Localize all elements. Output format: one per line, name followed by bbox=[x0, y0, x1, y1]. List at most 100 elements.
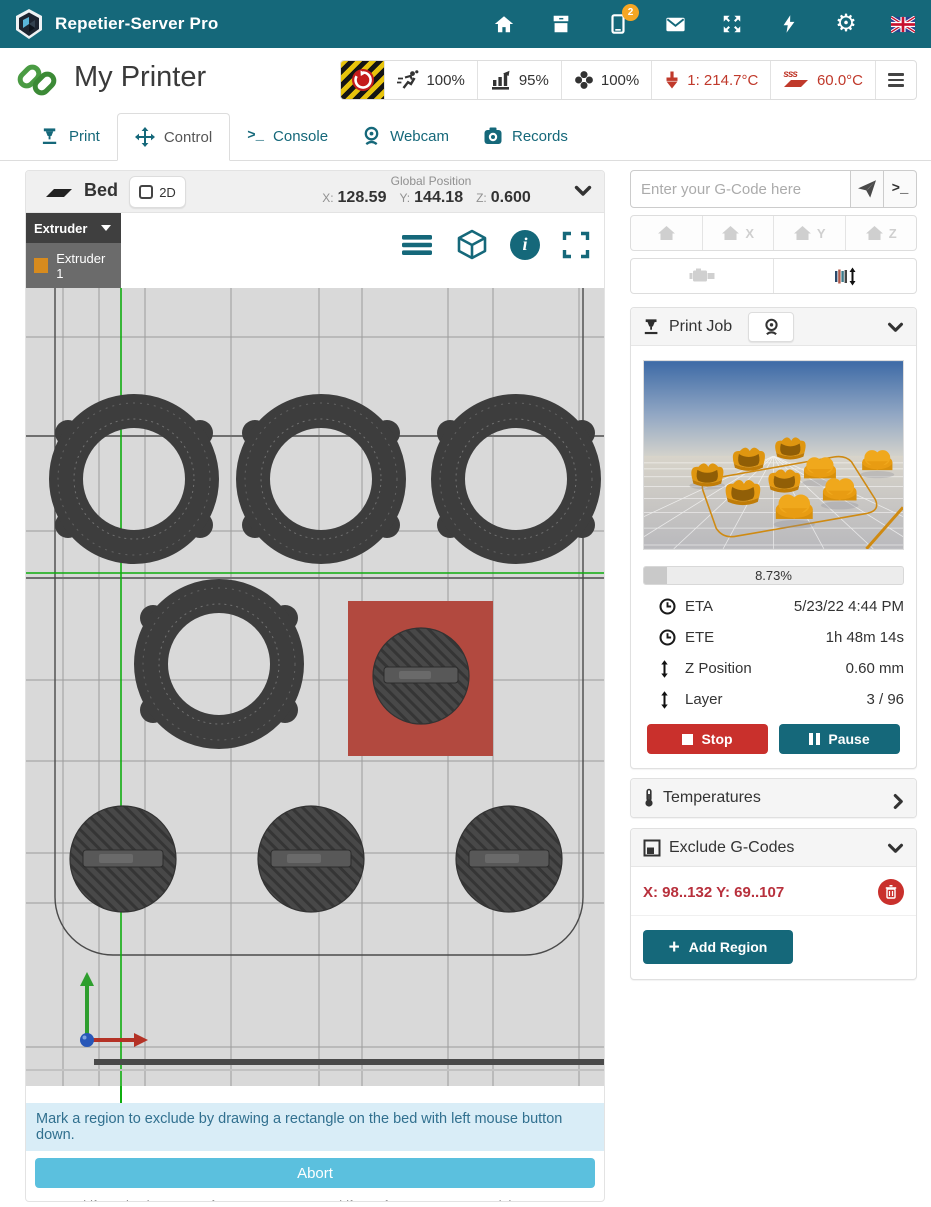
messages-icon[interactable] bbox=[663, 12, 687, 36]
motor-icon bbox=[689, 268, 715, 284]
bed-title: Bed bbox=[84, 180, 118, 201]
ete-label: ETE bbox=[685, 629, 714, 646]
tab-control[interactable]: Control bbox=[117, 113, 230, 161]
repetier-server-app: Repetier-Server Pro 2 ⚙ bbox=[0, 0, 931, 1207]
home-icon[interactable] bbox=[492, 12, 516, 36]
temperatures-title: Temperatures bbox=[663, 789, 761, 807]
navbar-icons: 2 ⚙ bbox=[492, 0, 915, 48]
eta-row: ETA 5/23/22 4:44 PM bbox=[643, 591, 904, 622]
extruder-1-item[interactable]: Extruder 1 bbox=[26, 243, 121, 288]
bed-view-panel: Bed 2D Global Position X: 128.59 Y: 144.… bbox=[25, 170, 605, 1202]
language-flag-icon[interactable] bbox=[891, 12, 915, 36]
collapse-chevron-icon[interactable] bbox=[574, 185, 592, 197]
babystep-button[interactable] bbox=[774, 259, 916, 293]
stop-button[interactable]: Stop bbox=[647, 724, 768, 754]
temperatures-header[interactable]: Temperatures bbox=[631, 779, 916, 817]
console-button[interactable]: >_ bbox=[884, 170, 917, 208]
motors-off-button[interactable] bbox=[631, 259, 774, 293]
tab-records[interactable]: Records bbox=[466, 112, 585, 160]
fan-status[interactable]: 100% bbox=[562, 61, 652, 99]
records-camera-icon bbox=[483, 126, 503, 146]
home-z-button[interactable]: Z bbox=[846, 216, 917, 250]
trash-icon bbox=[885, 885, 897, 899]
excluded-region-row[interactable]: X: 98..132 Y: 69..107 bbox=[631, 869, 916, 916]
home-all-button[interactable] bbox=[631, 216, 703, 250]
exclude-gcodes-header[interactable]: Exclude G-Codes bbox=[631, 829, 916, 867]
notification-badge: 2 bbox=[622, 4, 639, 21]
2d-checkbox[interactable] bbox=[139, 185, 153, 199]
tab-console[interactable]: >_ Console bbox=[230, 112, 345, 160]
abort-button[interactable]: Abort bbox=[35, 1158, 595, 1188]
bed-temp-value: 60.0°C bbox=[817, 72, 863, 89]
print-job-header[interactable]: Print Job bbox=[631, 308, 916, 346]
stop-icon bbox=[682, 734, 693, 745]
z-axis-label: Z: bbox=[476, 191, 487, 205]
bed-canvas-margin bbox=[26, 1086, 604, 1103]
exclude-region-icon bbox=[643, 839, 661, 857]
webcam-icon bbox=[763, 318, 780, 336]
tab-webcam[interactable]: Webcam bbox=[345, 112, 466, 160]
pause-icon bbox=[809, 733, 820, 745]
chevron-down-icon bbox=[887, 843, 904, 854]
clock-icon bbox=[659, 629, 676, 646]
send-gcode-button[interactable] bbox=[851, 170, 884, 208]
extruder-dropdown[interactable]: Extruder Extruder 1 bbox=[26, 213, 121, 288]
home-y-button[interactable]: Y bbox=[774, 216, 846, 250]
delete-region-button[interactable] bbox=[878, 879, 904, 905]
fullscreen-brackets-icon[interactable] bbox=[562, 231, 590, 259]
home-icon bbox=[793, 225, 812, 241]
exclude-gcodes-panel: Exclude G-Codes X: 98..132 Y: 69..107 bbox=[630, 828, 917, 980]
add-region-label: Add Region bbox=[689, 939, 768, 955]
printer-list-icon[interactable] bbox=[549, 12, 573, 36]
layers-menu-icon[interactable] bbox=[400, 233, 434, 257]
repetier-logo-icon[interactable] bbox=[13, 8, 45, 40]
info-glyph: i bbox=[522, 234, 527, 255]
emergency-stop-button[interactable] bbox=[341, 61, 385, 99]
crosshair-line bbox=[120, 1086, 122, 1103]
tab-print[interactable]: Print bbox=[24, 112, 117, 160]
info-icon[interactable]: i bbox=[510, 230, 540, 260]
home-x-button[interactable]: X bbox=[703, 216, 775, 250]
up-down-arrow-icon bbox=[659, 660, 670, 678]
ete-value: 1h 48m 14s bbox=[826, 629, 904, 646]
motor-babystep-buttons bbox=[630, 258, 917, 294]
stop-label: Stop bbox=[701, 731, 732, 747]
tab-records-label: Records bbox=[512, 128, 568, 145]
add-region-button[interactable]: + Add Region bbox=[643, 930, 793, 964]
y-axis-label: Y: bbox=[399, 191, 410, 205]
print-progress-bar: 8.73% bbox=[643, 566, 904, 585]
expand-fullscreen-icon[interactable] bbox=[720, 12, 744, 36]
printer-link-icon bbox=[14, 57, 60, 103]
settings-gear-icon[interactable]: ⚙ bbox=[834, 12, 858, 36]
speed-multiplier-status[interactable]: 100% bbox=[385, 61, 477, 99]
chevron-down-icon[interactable] bbox=[887, 322, 904, 333]
bed-canvas[interactable] bbox=[26, 288, 604, 1086]
gcode-input[interactable] bbox=[630, 170, 851, 208]
power-icon[interactable] bbox=[777, 12, 801, 36]
tab-print-label: Print bbox=[69, 128, 100, 145]
preview-webcam-toggle[interactable] bbox=[748, 312, 794, 342]
paper-plane-icon bbox=[857, 179, 877, 199]
global-position: Global Position X: 128.59 Y: 144.18 Z: 0… bbox=[281, 174, 581, 207]
move-arrows-icon bbox=[135, 127, 155, 147]
flow-multiplier-status[interactable]: 95% bbox=[478, 61, 562, 99]
up-down-arrow-icon bbox=[659, 691, 670, 709]
printer-statusbar: 100% 95% 100% bbox=[340, 60, 917, 100]
extruder-temp-status[interactable]: 1: 214.7°C bbox=[652, 61, 771, 99]
eta-label: ETA bbox=[685, 598, 713, 615]
3d-view-cube-icon[interactable] bbox=[456, 229, 488, 260]
exclude-hint-alert: Mark a region to exclude by drawing a re… bbox=[26, 1103, 604, 1151]
temperatures-panel: Temperatures bbox=[630, 778, 917, 818]
print-job-icon bbox=[643, 318, 661, 336]
progress-percent: 8.73% bbox=[644, 567, 903, 585]
fan-value: 100% bbox=[601, 72, 639, 89]
pause-button[interactable]: Pause bbox=[779, 724, 900, 754]
tab-console-label: Console bbox=[273, 128, 328, 145]
bed-toolbar: Extruder Extruder 1 i bbox=[26, 213, 604, 288]
printer-menu-button[interactable] bbox=[876, 61, 916, 99]
notifications-icon[interactable]: 2 bbox=[606, 12, 630, 36]
home-icon bbox=[721, 225, 740, 241]
toggle-2d-button[interactable]: 2D bbox=[129, 176, 186, 208]
bed-temp-status[interactable]: sss 60.0°C bbox=[771, 61, 876, 99]
x-position-value: 128.59 bbox=[338, 189, 387, 207]
